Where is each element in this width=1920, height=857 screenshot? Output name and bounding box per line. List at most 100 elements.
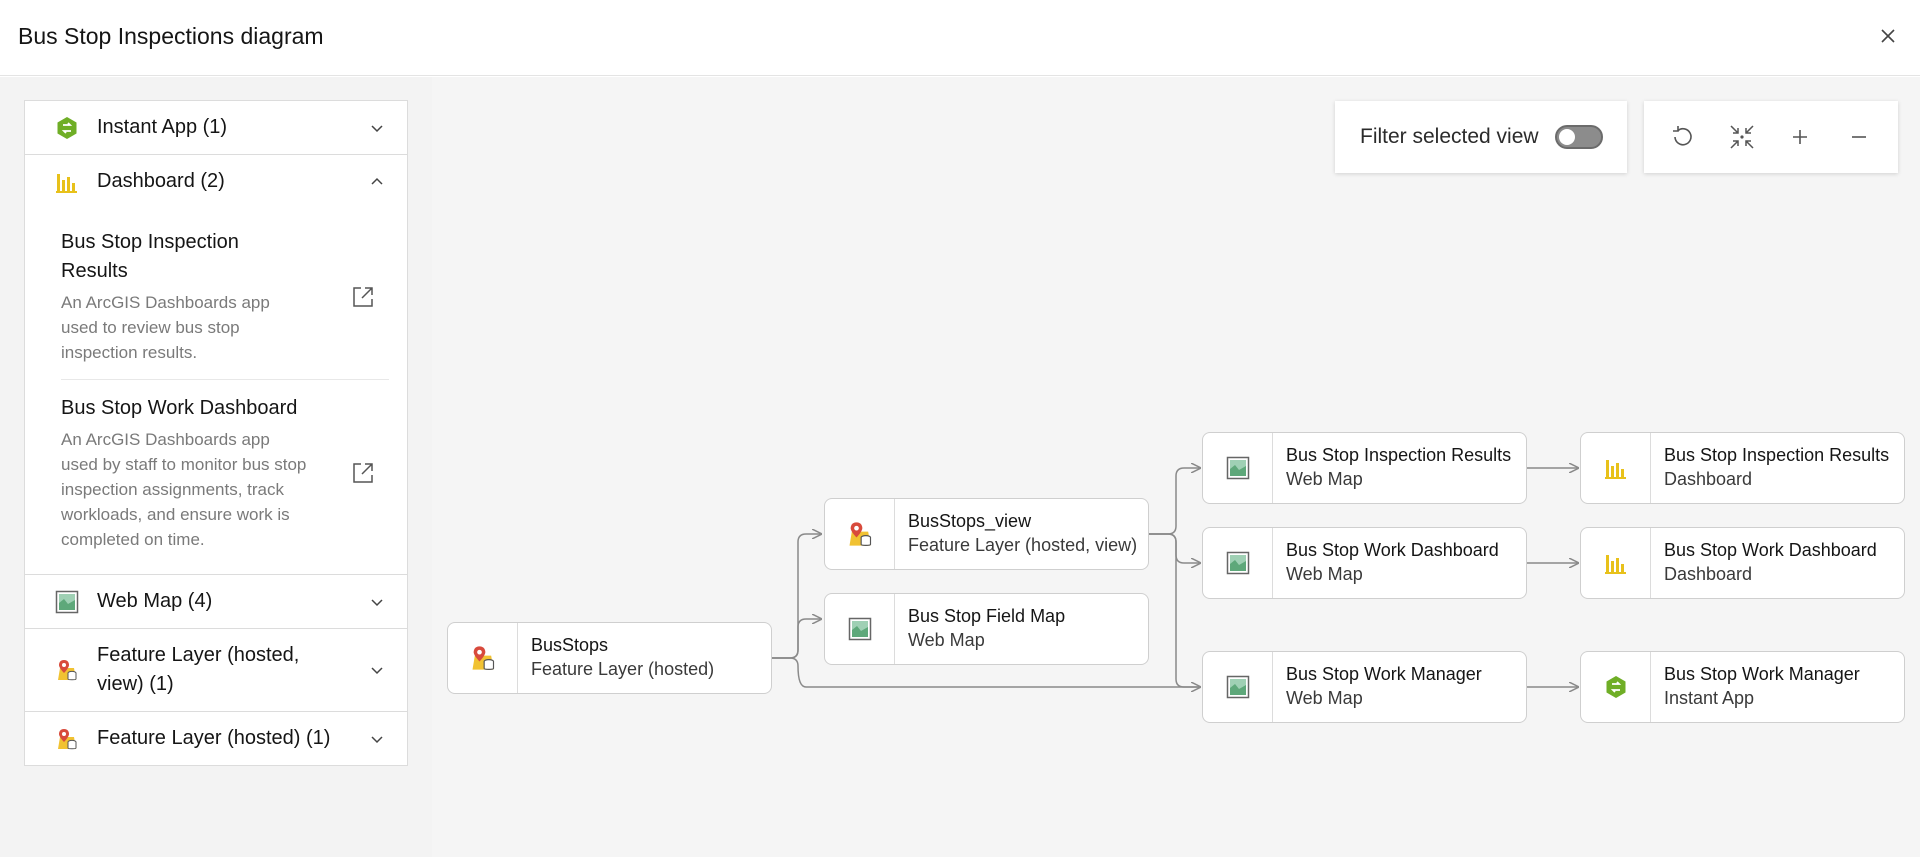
node-icon-cell — [1203, 528, 1273, 598]
dialog-header: Bus Stop Inspections diagram — [0, 0, 1920, 76]
diagram-node[interactable]: BusStops_view Feature Layer (hosted, view… — [824, 498, 1149, 570]
node-title: Bus Stop Work Dashboard — [1664, 540, 1877, 560]
accordion-header-web-map[interactable]: Web Map (4) — [25, 575, 407, 628]
accordion-label: Feature Layer (hosted) (1) — [97, 727, 331, 749]
node-icon-cell — [1203, 433, 1273, 503]
sidebar: Instant App (1) Dashboard (2) Bus Stop I… — [0, 77, 432, 857]
diagram-node[interactable]: Bus Stop Work Manager Web Map — [1202, 651, 1527, 723]
filter-panel: Filter selected view — [1335, 101, 1627, 173]
accordion-label: Feature Layer (hosted, view) (1) — [97, 644, 300, 695]
feature-layer-icon — [55, 658, 79, 682]
diagram-node[interactable]: Bus Stop Field Map Web Map — [824, 593, 1149, 665]
close-icon — [1881, 29, 1895, 43]
zoom-in-icon — [1793, 130, 1808, 144]
diagram-node[interactable]: Bus Stop Work Dashboard Web Map — [1202, 527, 1527, 599]
close-button[interactable] — [1874, 22, 1902, 50]
node-title: Bus Stop Field Map — [908, 606, 1066, 626]
feature-layer-icon — [472, 646, 494, 670]
open-external-icon[interactable] — [351, 285, 375, 309]
node-type: Feature Layer (hosted) — [531, 659, 715, 679]
node-icon-cell — [448, 623, 518, 693]
node-type: Web Map — [908, 630, 985, 650]
feature-layer-icon — [849, 522, 871, 546]
dashboard-icon — [1604, 555, 1626, 574]
accordion-group-feature-layer-view: Feature Layer (hosted, view) (1) — [25, 629, 407, 712]
accordion-header-dashboard[interactable]: Dashboard (2) — [25, 155, 407, 208]
node-type: Dashboard — [1664, 469, 1753, 489]
web-map-icon — [1226, 675, 1249, 699]
node-type: Web Map — [1286, 469, 1363, 489]
node-type: Web Map — [1286, 688, 1363, 708]
accordion-label: Dashboard (2) — [97, 170, 225, 192]
instant-app-icon — [1606, 676, 1625, 698]
dashboard-icon — [1604, 460, 1626, 479]
diagram-node[interactable]: Bus Stop Work Manager Instant App — [1580, 651, 1905, 723]
link-busstops-view — [772, 534, 821, 659]
dashboard-icon — [55, 170, 79, 194]
diagram-node[interactable]: Bus Stop Inspection Results Dashboard — [1580, 432, 1905, 504]
node-title: BusStops_view — [908, 511, 1032, 531]
reset-button[interactable] — [1663, 117, 1703, 157]
accordion-header-feature-layer[interactable]: Feature Layer (hosted) (1) — [25, 712, 407, 765]
filter-toggle[interactable] — [1555, 125, 1603, 149]
node-type: Web Map — [1286, 564, 1363, 584]
accordion-group-web-map: Web Map (4) — [25, 575, 407, 629]
web-map-icon — [1226, 551, 1249, 575]
accordion-body-dashboard: Bus Stop Inspection Results An ArcGIS Da… — [25, 208, 407, 574]
zoom-out-icon — [1851, 136, 1866, 138]
reset-icon — [1673, 126, 1693, 146]
chevron-up-icon — [371, 177, 383, 185]
item-description: An ArcGIS Dashboards app used to review … — [61, 293, 270, 362]
dialog-title: Bus Stop Inspections diagram — [18, 23, 324, 49]
web-map-icon — [1226, 456, 1249, 480]
diagram-node[interactable]: Bus Stop Work Dashboard Dashboard — [1580, 527, 1905, 599]
web-map-icon — [55, 590, 79, 614]
node-title: BusStops — [531, 635, 609, 655]
diagram-toolbar — [1644, 101, 1898, 173]
open-external-icon[interactable] — [351, 461, 375, 485]
node-title: Bus Stop Inspection Results — [1286, 445, 1512, 465]
chevron-down-icon — [371, 667, 383, 675]
accordion-group-feature-layer: Feature Layer (hosted) (1) — [25, 712, 407, 765]
feature-layer-icon — [55, 727, 79, 751]
link-view-inspection — [1149, 468, 1200, 535]
diagram-node[interactable]: BusStops Feature Layer (hosted) — [447, 622, 772, 694]
list-item: Bus Stop Work Dashboard An ArcGIS Dashbo… — [61, 380, 389, 566]
toggle-knob — [1559, 129, 1575, 145]
node-type: Dashboard — [1664, 564, 1753, 584]
accordion-group-instant-app: Instant App (1) — [25, 101, 407, 155]
zoom-in-button[interactable] — [1780, 117, 1820, 157]
accordion-group-dashboard: Dashboard (2) Bus Stop Inspection Result… — [25, 155, 407, 575]
accordion-label: Web Map (4) — [97, 590, 213, 612]
node-icon-cell — [1581, 652, 1651, 722]
link-view-workmanager — [1149, 533, 1200, 688]
node-title: Bus Stop Work Manager — [1286, 664, 1482, 684]
chevron-down-icon — [371, 735, 383, 743]
diagram-canvas[interactable]: Filter selected view BusStops Feature Lay… — [432, 77, 1920, 857]
list-item: Bus Stop Inspection Results An ArcGIS Da… — [61, 214, 389, 380]
accordion-header-instant-app[interactable]: Instant App (1) — [25, 101, 407, 154]
fit-icon — [1730, 125, 1754, 149]
node-type: Feature Layer (hosted, view) — [908, 535, 1138, 555]
web-map-icon — [848, 617, 871, 641]
diagram-node[interactable]: Bus Stop Inspection Results Web Map — [1202, 432, 1527, 504]
item-type-accordion: Instant App (1) Dashboard (2) Bus Stop I… — [24, 100, 408, 766]
node-icon-cell — [825, 594, 895, 664]
instant-app-icon — [55, 116, 79, 140]
accordion-header-feature-layer-view[interactable]: Feature Layer (hosted, view) (1) — [25, 629, 407, 711]
item-title: Bus Stop Work Dashboard — [61, 397, 298, 419]
item-description: An ArcGIS Dashboards app used by staff t… — [61, 430, 307, 549]
chevron-down-icon — [371, 598, 383, 606]
fit-view-button[interactable] — [1722, 117, 1762, 157]
accordion-label: Instant App (1) — [97, 116, 228, 138]
node-type: Instant App — [1664, 688, 1755, 708]
node-icon-cell — [1581, 433, 1651, 503]
link-view-workdash — [1149, 533, 1200, 563]
item-title: Bus Stop Inspection Results — [61, 231, 239, 282]
node-icon-cell — [1581, 528, 1651, 598]
filter-label: Filter selected view — [1360, 125, 1539, 148]
node-icon-cell — [1203, 652, 1273, 722]
chevron-down-icon — [371, 124, 383, 132]
node-title: Bus Stop Inspection Results — [1664, 445, 1890, 465]
zoom-out-button[interactable] — [1839, 117, 1879, 157]
